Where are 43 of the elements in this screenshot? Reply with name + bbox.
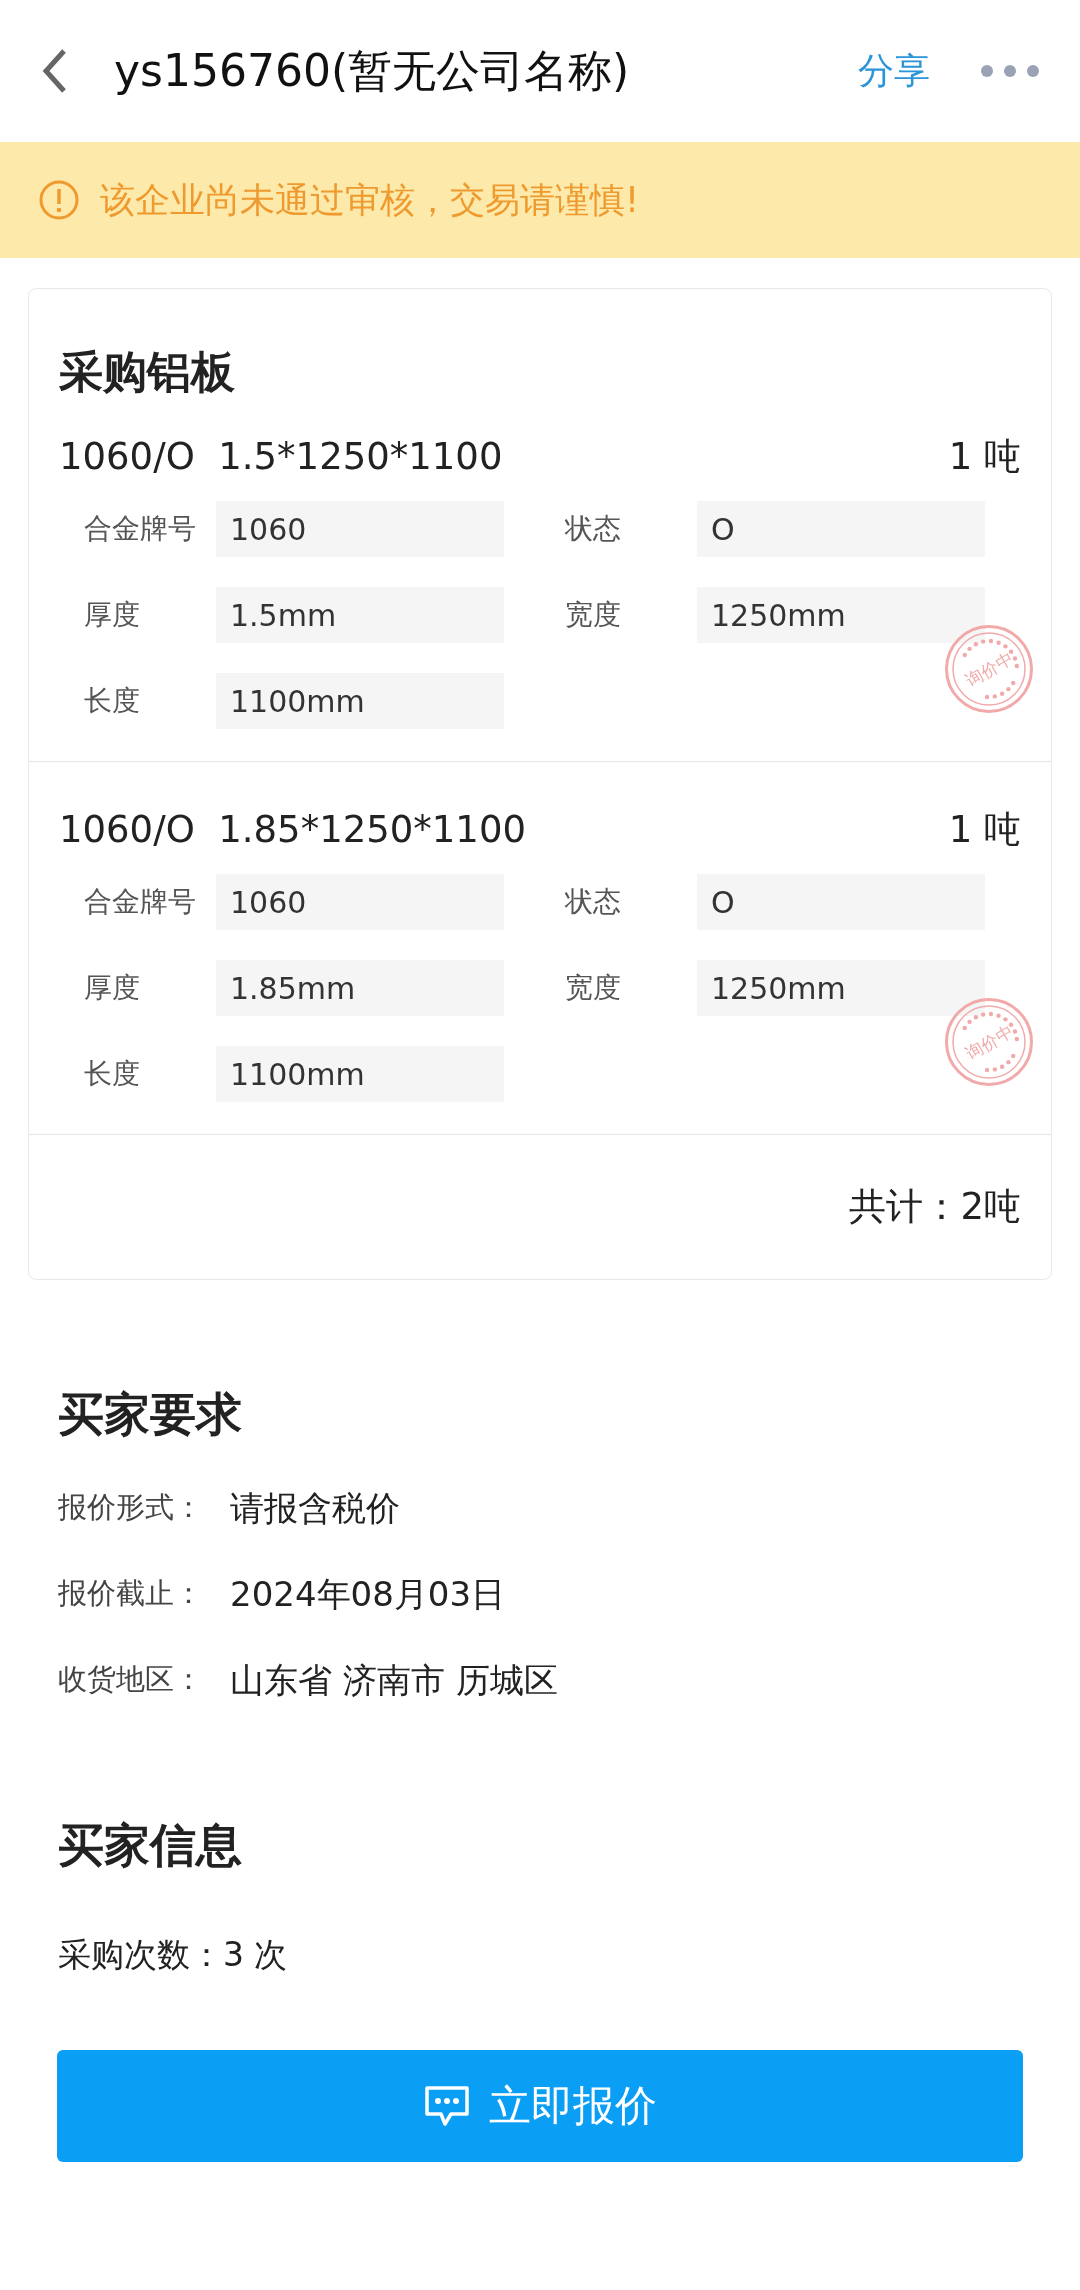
field-label: 状态 bbox=[564, 884, 622, 920]
field-label: 合金牌号 bbox=[83, 511, 197, 547]
stamp-text: 询价中 bbox=[962, 648, 1016, 690]
field-value: O bbox=[697, 501, 985, 557]
field-value: O bbox=[697, 874, 985, 930]
warning-text: 该企业尚未通过审核，交易请谨慎! bbox=[100, 178, 640, 222]
total-text: 共计：2吨 bbox=[849, 1184, 1021, 1231]
field-label: 状态 bbox=[564, 511, 622, 547]
requirement-label: 报价形式： bbox=[58, 1489, 204, 1527]
requirement-label: 报价截止： bbox=[58, 1575, 204, 1613]
section-title: 买家要求 bbox=[57, 1386, 243, 1443]
section-title: 买家信息 bbox=[57, 1817, 243, 1874]
requirement-value: 2024年08月03日 bbox=[230, 1572, 506, 1616]
field-label: 合金牌号 bbox=[83, 884, 197, 920]
requirement-value: 请报含税价 bbox=[230, 1486, 400, 1530]
item-spec: 1060/O 1.85*1250*1100 bbox=[59, 807, 526, 854]
field-label: 长度 bbox=[83, 1056, 141, 1092]
field-value: 1.5mm bbox=[216, 587, 504, 643]
item-quantity: 1 吨 bbox=[948, 434, 1021, 481]
field-value: 1060 bbox=[216, 874, 504, 930]
field-label: 宽度 bbox=[564, 970, 622, 1006]
warning-icon bbox=[38, 179, 80, 221]
requirement-value: 山东省 济南市 历城区 bbox=[230, 1658, 558, 1702]
item-spec: 1060/O 1.5*1250*1100 bbox=[59, 434, 503, 481]
requirement-label: 收货地区： bbox=[58, 1661, 204, 1699]
item-quantity: 1 吨 bbox=[948, 807, 1021, 854]
quote-button[interactable]: 立即报价 bbox=[57, 2049, 1023, 2162]
card-title: 采购铝板 bbox=[58, 345, 236, 399]
stamp-text: 询价中 bbox=[962, 1021, 1016, 1063]
page-title: ys156760(暂无公司名称) bbox=[114, 44, 630, 98]
field-label: 长度 bbox=[83, 683, 141, 719]
field-value: 1250mm bbox=[697, 587, 985, 643]
chat-icon bbox=[423, 2083, 471, 2128]
field-value: 1100mm bbox=[216, 1046, 504, 1102]
field-label: 宽度 bbox=[564, 597, 622, 633]
share-button[interactable]: 分享 bbox=[858, 44, 930, 98]
field-value: 1.85mm bbox=[216, 960, 504, 1016]
field-value: 1100mm bbox=[216, 673, 504, 729]
field-label: 厚度 bbox=[83, 597, 141, 633]
field-value: 1060 bbox=[216, 501, 504, 557]
field-value: 1250mm bbox=[697, 960, 985, 1016]
purchase-count: 采购次数：3 次 bbox=[57, 1934, 289, 1976]
field-label: 厚度 bbox=[83, 970, 141, 1006]
